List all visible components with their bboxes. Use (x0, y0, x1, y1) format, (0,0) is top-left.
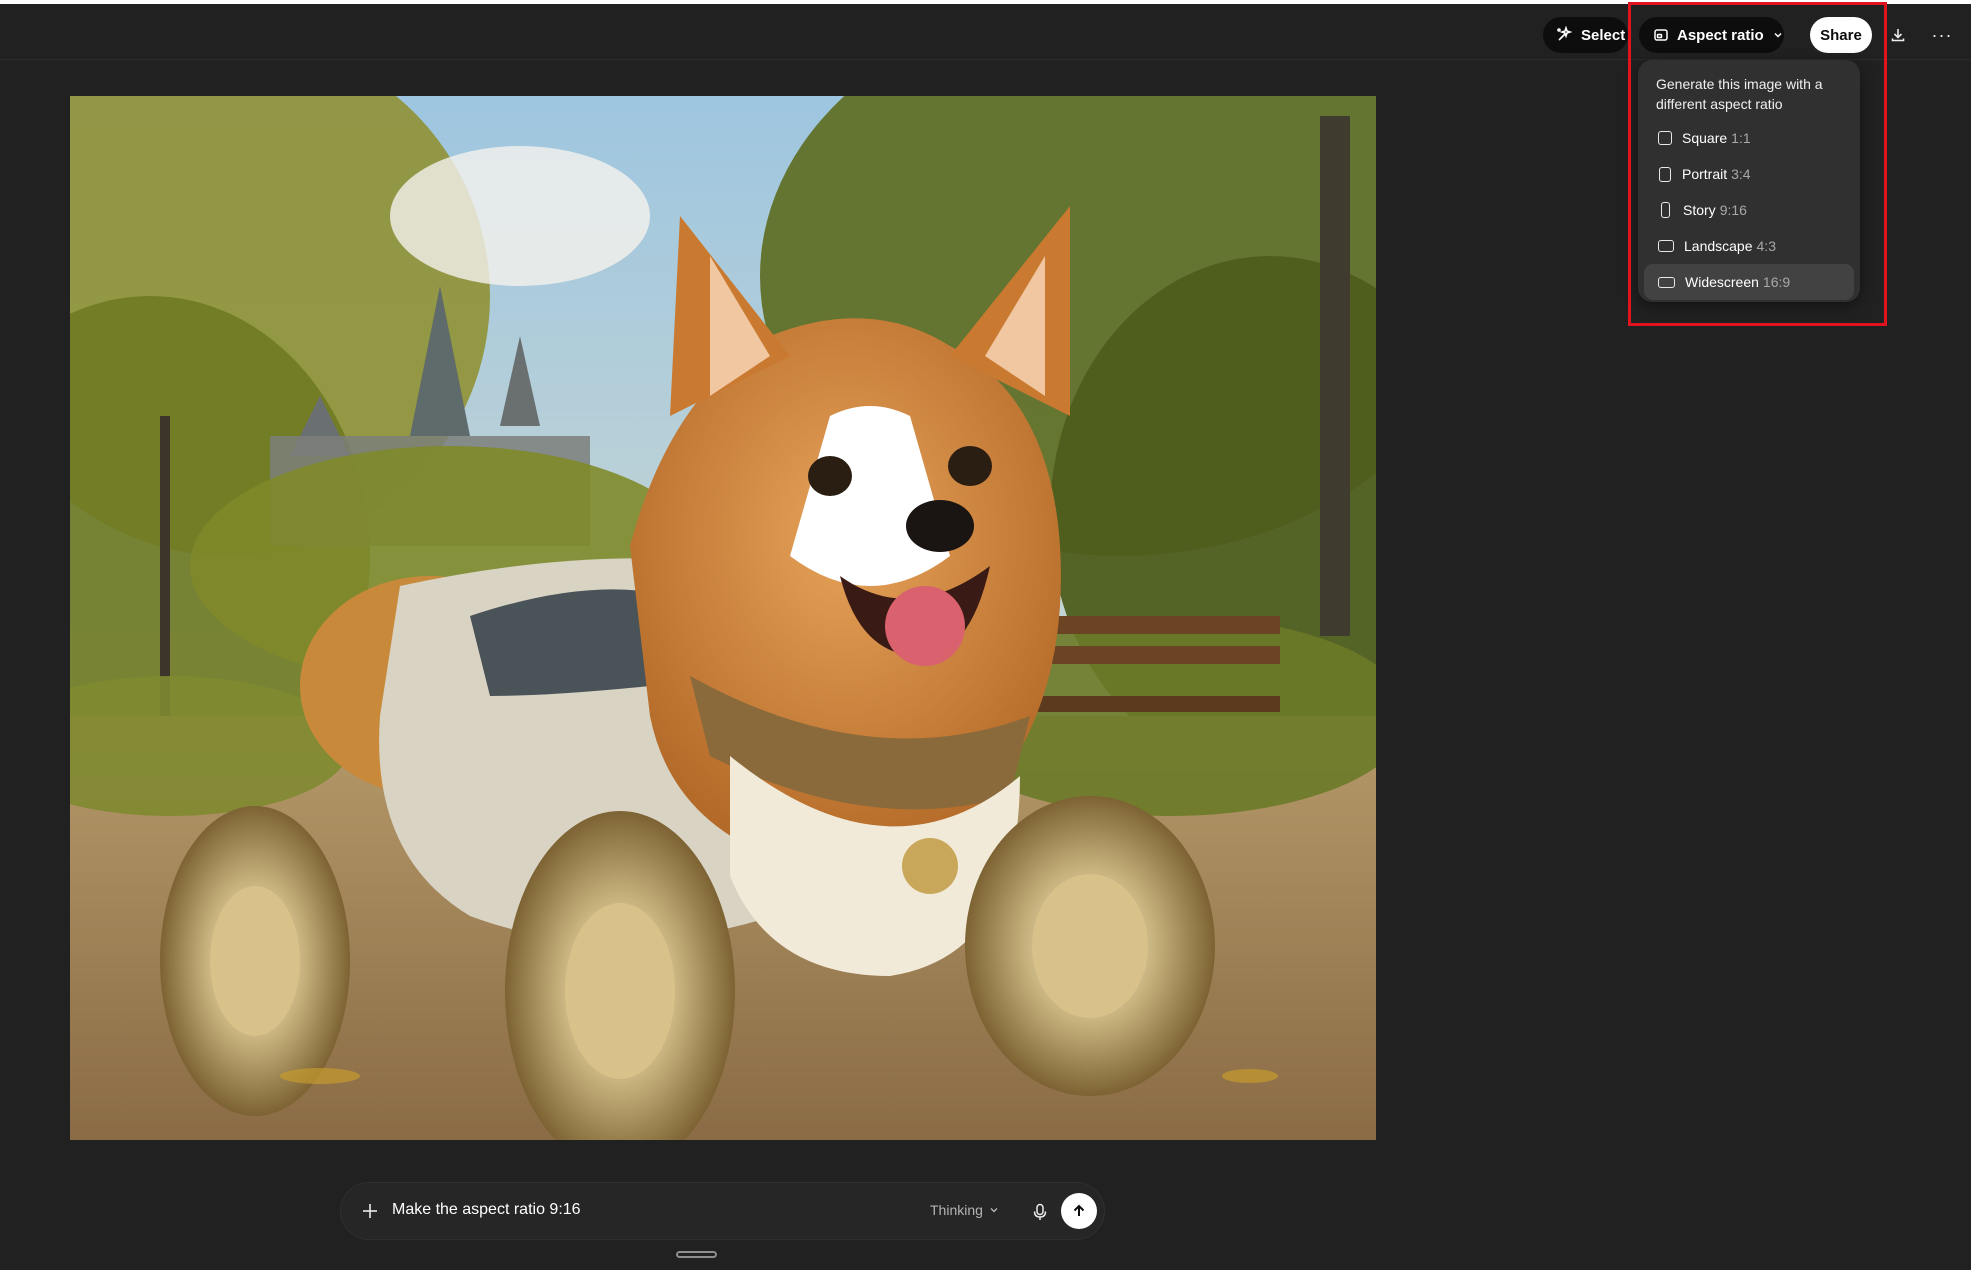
option-label: Story (1683, 202, 1716, 218)
option-label: Portrait (1682, 166, 1728, 182)
landscape-shape-icon (1658, 240, 1674, 252)
more-options-button[interactable]: ··· (1924, 17, 1960, 53)
generated-image[interactable] (70, 96, 1376, 1140)
voice-input-button[interactable] (1026, 1198, 1054, 1226)
model-selector[interactable]: Thinking (930, 1202, 999, 1218)
option-label: Landscape (1684, 238, 1753, 254)
aspect-option-story[interactable]: Story 9:16 (1644, 192, 1854, 228)
option-ratio: 3:4 (1731, 166, 1751, 182)
portrait-shape-icon (1659, 166, 1671, 182)
more-icon: ··· (1931, 24, 1953, 45)
corgi-robot-illustration (70, 96, 1376, 1140)
story-shape-icon (1661, 202, 1670, 218)
option-label: Square (1682, 130, 1728, 146)
send-button[interactable] (1061, 1193, 1097, 1229)
share-button-label: Share (1820, 26, 1862, 44)
model-selector-label: Thinking (930, 1202, 983, 1218)
download-button[interactable] (1880, 17, 1916, 53)
option-label: Widescreen (1685, 274, 1759, 290)
select-button-label: Select (1581, 26, 1626, 44)
message-input[interactable]: Make the aspect ratio 9:16 (392, 1201, 581, 1219)
aspect-ratio-menu: Generate this image with a different asp… (1638, 60, 1860, 302)
aspect-option-square[interactable]: Square 1:1 (1644, 120, 1854, 156)
scroll-handle[interactable] (676, 1251, 717, 1258)
plus-icon (363, 1204, 377, 1218)
message-composer: Make the aspect ratio 9:16 Thinking (340, 1182, 1105, 1240)
select-sparkle-icon (1557, 26, 1573, 41)
aspect-option-landscape[interactable]: Landscape 4:3 (1644, 228, 1854, 264)
aspect-ratio-button[interactable]: Aspect ratio (1639, 17, 1784, 53)
option-ratio: 1:1 (1731, 130, 1751, 146)
select-button[interactable]: Select (1543, 17, 1628, 53)
widescreen-shape-icon (1658, 276, 1675, 288)
arrow-up-icon (1073, 1204, 1085, 1216)
chevron-down-icon (1774, 32, 1782, 38)
download-icon (1891, 29, 1905, 42)
image-toolbar: Select Aspect ratio Share ··· (0, 4, 1971, 60)
aspect-option-widescreen[interactable]: Widescreen 16:9 (1644, 264, 1854, 300)
option-ratio: 16:9 (1762, 274, 1791, 290)
chevron-down-icon (990, 1208, 998, 1213)
option-ratio: 9:16 (1719, 202, 1747, 218)
square-shape-icon (1658, 131, 1672, 145)
add-attachment-button[interactable] (357, 1198, 383, 1224)
aspect-ratio-icon (1654, 29, 1668, 41)
mic-icon (1033, 1203, 1047, 1220)
aspect-ratio-button-label: Aspect ratio (1677, 26, 1764, 44)
share-button[interactable]: Share (1810, 17, 1872, 53)
aspect-ratio-menu-title: Generate this image with a different asp… (1656, 76, 1823, 112)
aspect-option-portrait[interactable]: Portrait 3:4 (1644, 156, 1854, 192)
option-ratio: 4:3 (1756, 238, 1776, 254)
